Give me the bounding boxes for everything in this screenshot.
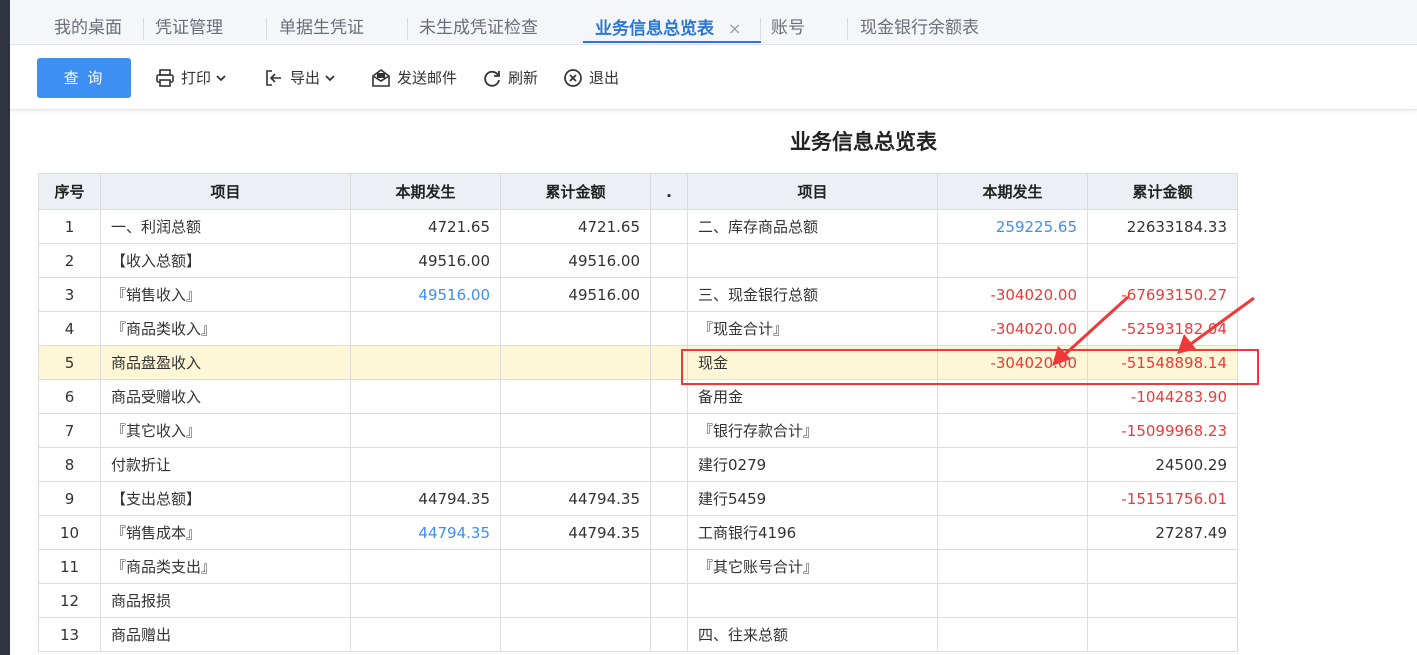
annotation-arrows — [1052, 295, 1255, 366]
annotation-arrowhead — [1052, 346, 1071, 366]
annotation-arrow-line — [1060, 295, 1130, 359]
annotation-arrow-line — [1187, 296, 1255, 348]
